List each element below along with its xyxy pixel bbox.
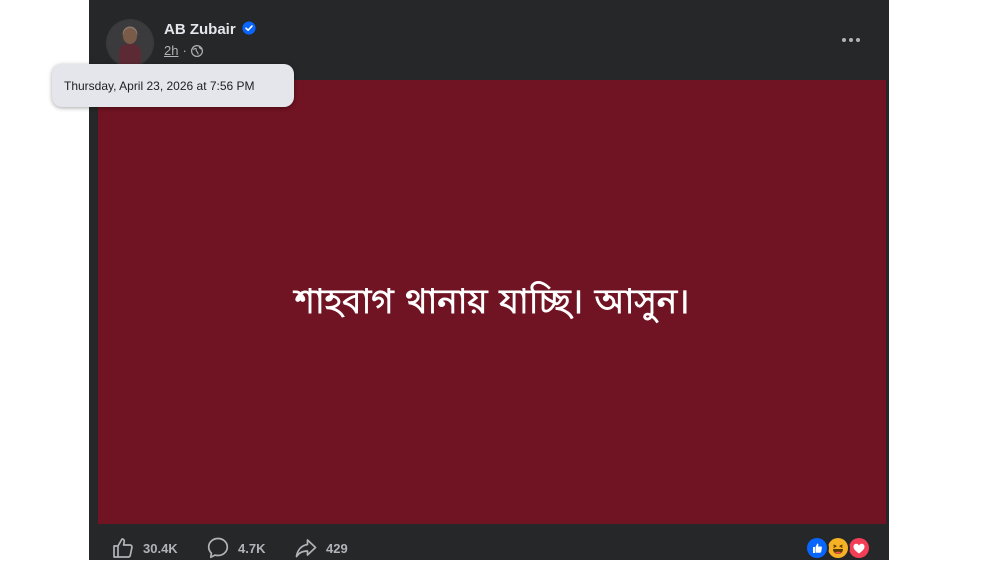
- share-count: 429: [326, 540, 348, 556]
- post-text: শাহবাগ থানায় যাচ্ছি। আসুন।: [294, 281, 690, 322]
- post-timestamp[interactable]: 2h: [164, 43, 178, 58]
- globe-icon: [190, 44, 203, 57]
- author-avatar[interactable]: [107, 20, 153, 66]
- like-count: 30.4K: [143, 540, 178, 556]
- more-dot: [856, 38, 860, 42]
- tooltip-text: Thursday, April 23, 2026 at 7:56 PM: [64, 78, 255, 93]
- share-button[interactable]: 429: [294, 536, 348, 560]
- reaction-summary[interactable]: [807, 538, 873, 558]
- avatar-body: [119, 44, 141, 66]
- haha-reaction-icon: [828, 538, 848, 558]
- more-dot: [842, 38, 846, 42]
- post-actions-bar: 30.4K 4.7K 429: [89, 528, 889, 560]
- comment-button[interactable]: 4.7K: [206, 536, 265, 560]
- love-reaction-icon: [849, 538, 869, 558]
- more-dot: [849, 38, 853, 42]
- meta-separator: ·: [182, 43, 187, 58]
- thumbs-up-icon: [113, 538, 133, 558]
- timestamp-tooltip: Thursday, April 23, 2026 at 7:56 PM: [52, 64, 294, 107]
- comment-bubble-icon: [207, 537, 229, 559]
- post-text-background[interactable]: শাহবাগ থানায় যাচ্ছি। আসুন।: [98, 80, 886, 524]
- share-arrow-icon: [295, 539, 317, 558]
- like-button[interactable]: 30.4K: [111, 536, 178, 560]
- like-reaction-icon: [807, 538, 827, 558]
- more-options-button[interactable]: [833, 26, 869, 54]
- comment-count: 4.7K: [238, 540, 266, 556]
- verified-badge-icon: [242, 21, 256, 35]
- avatar-head: [123, 28, 137, 44]
- post-meta: 2h ·: [164, 43, 203, 58]
- author-name[interactable]: AB Zubair: [164, 21, 236, 38]
